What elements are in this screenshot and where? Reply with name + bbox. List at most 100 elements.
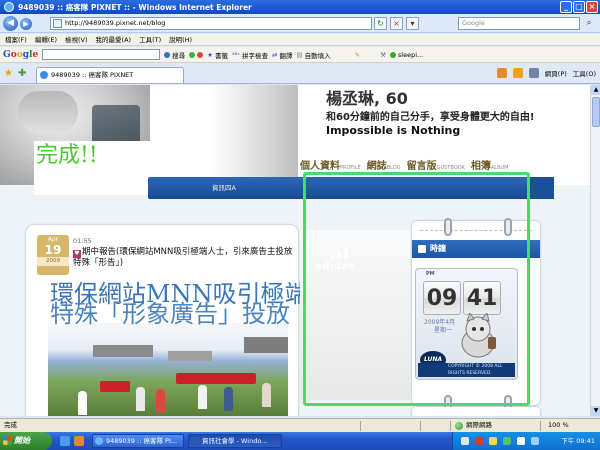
clock-weekday: 星期一 — [434, 327, 453, 334]
refresh-icon[interactable]: ↻ — [374, 17, 387, 30]
page-viewport: 楊丞琳, 60 和60分鐘前的自己分手，享受身體更大的自由! Impossibl… — [0, 85, 590, 416]
nav-album[interactable]: 相簿ALBUM — [471, 157, 511, 172]
blog-nav: 個人資料PROFILE 網誌BLOG 留言版GUSTBOOK 相簿ALBUM — [300, 157, 510, 172]
google-search-input[interactable] — [42, 49, 161, 60]
nav-profile[interactable]: 個人資料PROFILE — [300, 157, 363, 172]
photo-person — [224, 387, 233, 411]
tray-update-icon[interactable] — [517, 437, 525, 445]
scroll-thumb[interactable] — [592, 97, 600, 127]
category-label[interactable]: 資訊四A — [212, 184, 236, 192]
tray-security-icon[interactable] — [475, 437, 483, 445]
add-favorites-icon[interactable]: ✚ — [18, 68, 26, 79]
menu-tools[interactable]: 工具(T) — [139, 34, 161, 45]
nav-album-sub: ALBUM — [490, 165, 509, 171]
nav-album-label: 相簿 — [470, 161, 491, 172]
nav-blog[interactable]: 網誌BLOG — [367, 157, 403, 172]
user-account-button[interactable]: sleepi... — [389, 50, 424, 59]
menu-file[interactable]: 檔案(F) — [5, 34, 27, 45]
menu-view[interactable]: 檢視(V) — [65, 34, 88, 45]
zoom-level[interactable]: 100 % — [548, 419, 569, 432]
tray-volume-icon[interactable] — [489, 437, 497, 445]
binder-ring — [504, 218, 512, 236]
user-label: sleepi... — [397, 50, 424, 59]
google-toolbar: Google 搜尋 ★ 書籤 ᴬᴮᶜ 拼字檢查 ⇄ 翻譯 ▤ 自動填入 ✎ ⚒ slee… — [0, 47, 600, 63]
scroll-up-icon[interactable]: ▲ — [591, 85, 600, 95]
page-menu[interactable]: 網頁(P) — [545, 68, 567, 78]
spellcheck-icon: ᴬᴮᶜ — [232, 50, 241, 59]
stop-icon[interactable]: × — [390, 17, 403, 30]
address-url: http://9489039.pixnet.net/blog — [65, 19, 166, 27]
done-annotation: 完成!! — [34, 141, 150, 195]
status-bar: 完成 網際網路 100 % — [0, 418, 600, 432]
search-icon[interactable]: ⌕ — [582, 17, 596, 30]
quicklaunch-ie-icon[interactable] — [60, 436, 70, 446]
tools-menu[interactable]: 工具(O) — [573, 68, 596, 78]
status-text: 完成 — [4, 421, 17, 429]
blog-category-bar: 資訊四A — [148, 177, 554, 199]
window-title: 9489039 :: 癌客隊 PIXNET :: - Windows Inter… — [18, 2, 252, 12]
header-gradient — [212, 85, 298, 185]
google-extra-buttons[interactable] — [189, 51, 204, 58]
mascot-cat-icon — [461, 313, 496, 358]
forward-button[interactable]: ▶ — [20, 18, 32, 30]
feeds-icon[interactable] — [512, 68, 523, 78]
post-date-day: 19 — [44, 243, 62, 257]
start-button[interactable]: 開始 — [0, 432, 52, 450]
bookmarks-button[interactable]: ★ 書籤 — [207, 50, 228, 60]
taskbar-item-ie-blog[interactable]: 9489039 :: 癌客隊 PI... — [92, 434, 184, 448]
task-label: 資訊社會學 - Windo... — [202, 437, 268, 445]
google-search-button[interactable]: 搜尋 — [164, 50, 185, 60]
photo-person — [156, 389, 165, 413]
taskbar-item-word[interactable]: 資訊社會學 - Windo... — [188, 434, 282, 448]
search-input[interactable]: Google — [458, 17, 580, 30]
dropdown-icon[interactable]: ▾ — [406, 17, 419, 30]
internet-zone-icon — [455, 421, 463, 430]
address-row: ◀ ▶ http://9489039.pixnet.net/blog ↻ × ▾… — [0, 14, 600, 33]
maximize-button[interactable]: □ — [573, 1, 585, 13]
header-photo-shoulder — [18, 91, 78, 133]
settings-button[interactable]: ⚒ — [380, 51, 386, 59]
close-button[interactable]: × — [586, 1, 598, 13]
menu-edit[interactable]: 編輯(E) — [35, 34, 57, 45]
menu-help[interactable]: 說明(H) — [169, 34, 192, 45]
taskbar-clock[interactable]: 下午 09:41 — [561, 432, 595, 450]
post-title-link[interactable]: ♥ 期中報告(環保網站MNN吸引極端人士，引來廣告主投放特殊「形告」) — [73, 247, 300, 269]
nav-profile-sub: PROFILE — [340, 165, 361, 171]
task-ie-icon — [95, 437, 103, 445]
windows-logo-icon — [3, 436, 12, 445]
post-photo — [48, 323, 288, 416]
tray-network-icon[interactable] — [461, 437, 469, 445]
home-icon[interactable] — [496, 68, 507, 78]
autofill-button[interactable]: ▤ 自動填入 — [296, 50, 330, 60]
spellcheck-label: 拼字檢查 — [242, 51, 269, 60]
profile-name: 楊丞琳, 60 — [326, 89, 408, 108]
translate-button[interactable]: ⇄ 翻譯 — [272, 50, 292, 60]
highlight-button[interactable]: ✎ — [355, 51, 360, 59]
menu-favorites[interactable]: 我的最愛(A) — [96, 34, 132, 45]
print-icon[interactable] — [528, 68, 539, 78]
favorites-star-icon[interactable]: ★ — [4, 68, 13, 79]
pagerank-icon — [189, 51, 196, 58]
task-label: 9489039 :: 癌客隊 PI... — [106, 437, 178, 445]
address-input[interactable]: http://9489039.pixnet.net/blog — [50, 17, 372, 30]
clock-hour: 09 — [423, 281, 461, 315]
tab-label: 9489039 :: 癌客隊 PIXNET — [51, 71, 134, 79]
vertical-scrollbar[interactable]: ▲ ▼ — [590, 85, 600, 416]
scroll-down-icon[interactable]: ▼ — [591, 406, 600, 416]
quicklaunch-media-icon[interactable] — [74, 436, 84, 446]
post-heading-line2: 特殊「形象廣告」投放 — [50, 300, 290, 328]
sidebar-divider — [420, 230, 532, 231]
sidebar-heading-label: 時鐘 — [430, 244, 446, 253]
spellcheck-button[interactable]: ᴬᴮᶜ 拼字檢查 — [232, 50, 268, 60]
bookmarks-label: 書籤 — [215, 51, 228, 60]
tab-blog[interactable]: 9489039 :: 癌客隊 PIXNET — [36, 67, 184, 83]
tray-messenger-icon[interactable] — [503, 437, 511, 445]
nav-guestbook[interactable]: 留言版GUSTBOOK — [407, 157, 467, 172]
minimize-button[interactable]: _ — [560, 1, 572, 13]
photo-building — [244, 337, 288, 353]
tray-app-icon[interactable] — [531, 437, 539, 445]
back-button[interactable]: ◀ — [3, 16, 18, 31]
windows-taskbar: 開始 9489039 :: 癌客隊 PI... 資訊社會學 - Windo...… — [0, 432, 600, 450]
autofill-icon: ▤ — [296, 50, 303, 59]
post-date-year: 2009 — [37, 257, 69, 266]
